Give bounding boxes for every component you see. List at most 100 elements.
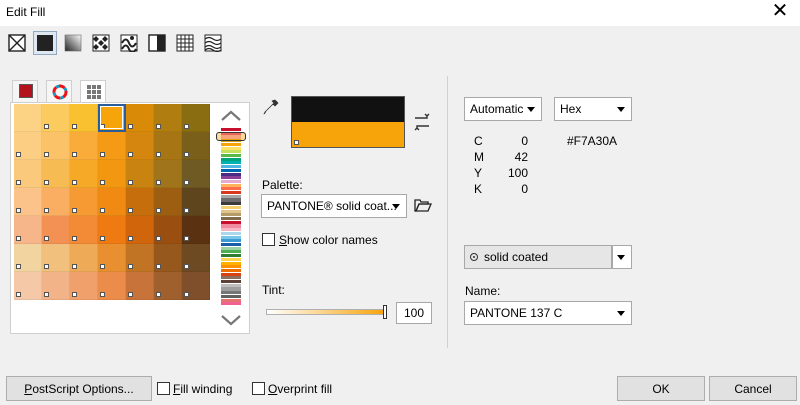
color-swatch[interactable] [98, 104, 126, 132]
color-swatch[interactable] [154, 216, 182, 244]
color-harmonies-tab[interactable] [46, 80, 72, 102]
color-swatch[interactable] [182, 272, 210, 300]
palette-strip-color[interactable] [221, 287, 241, 291]
color-swatch[interactable] [70, 272, 98, 300]
color-swatch[interactable] [98, 188, 126, 216]
color-swatch[interactable] [154, 188, 182, 216]
palette-strip-color[interactable] [221, 198, 241, 202]
palette-strip-color[interactable] [221, 280, 241, 284]
palette-book-dropdown-button[interactable] [612, 245, 632, 269]
palette-strip-color[interactable] [221, 257, 241, 261]
palette-strip-color[interactable] [221, 128, 241, 132]
color-swatch[interactable] [126, 188, 154, 216]
palette-strip-color[interactable] [221, 294, 241, 298]
no-fill-icon[interactable] [6, 32, 28, 54]
color-swatch[interactable] [126, 244, 154, 272]
palette-dropdown[interactable]: PANTONE® solid coat... [261, 194, 407, 218]
palette-strip-color[interactable] [221, 242, 241, 247]
color-swatch[interactable] [98, 244, 126, 272]
palette-strip-color[interactable] [221, 261, 241, 265]
palette-strip-color[interactable] [221, 272, 241, 276]
color-swatch[interactable] [126, 160, 154, 188]
palette-strip-color[interactable] [221, 235, 241, 239]
color-swatch[interactable] [42, 244, 70, 272]
palette-strip-color[interactable] [221, 231, 241, 235]
palette-strip-color[interactable] [221, 302, 241, 306]
open-palette-icon[interactable] [414, 197, 432, 213]
palette-strip-color[interactable] [221, 150, 241, 154]
color-swatch[interactable] [70, 160, 98, 188]
color-swatch[interactable] [14, 160, 42, 188]
tint-input[interactable]: 100 [396, 302, 432, 324]
palette-color-strip[interactable] [218, 128, 244, 306]
color-swatch[interactable] [98, 272, 126, 300]
close-icon[interactable]: ✕ [770, 1, 790, 21]
postscript-fill-icon[interactable] [202, 32, 224, 54]
palette-strip-color[interactable] [221, 246, 241, 250]
palette-strip-color[interactable] [221, 298, 241, 302]
palette-strip-color[interactable] [221, 142, 241, 146]
color-swatch[interactable] [42, 132, 70, 160]
color-swatch[interactable] [126, 132, 154, 160]
color-swatch[interactable] [154, 104, 182, 132]
postscript-options-button[interactable]: PostScript Options... [6, 376, 152, 401]
color-swatch[interactable] [14, 104, 42, 132]
color-swatch[interactable] [14, 272, 42, 300]
palette-strip-color[interactable] [221, 183, 241, 187]
palette-strip-color[interactable] [221, 209, 241, 213]
palette-strip-color[interactable] [221, 224, 241, 228]
palette-strip-color[interactable] [221, 153, 241, 158]
color-swatch[interactable] [70, 104, 98, 132]
color-swatch[interactable] [42, 160, 70, 188]
fill-winding-checkbox[interactable] [157, 382, 170, 395]
eyedropper-icon[interactable] [262, 98, 280, 116]
color-swatch[interactable] [14, 244, 42, 272]
color-swatch[interactable] [182, 244, 210, 272]
palette-strip-color[interactable] [221, 239, 241, 243]
palette-strip-color[interactable] [221, 268, 241, 272]
palette-strip-color[interactable] [221, 165, 241, 169]
show-color-names-checkbox[interactable] [262, 233, 275, 246]
color-swatch[interactable] [14, 132, 42, 160]
palette-strip-color[interactable] [221, 179, 241, 183]
color-swatch[interactable] [42, 216, 70, 244]
color-swatch[interactable] [154, 132, 182, 160]
color-swatch[interactable] [14, 216, 42, 244]
color-swatch[interactable] [70, 216, 98, 244]
color-swatch[interactable] [182, 188, 210, 216]
palette-strip-color[interactable] [221, 168, 241, 172]
palette-strip-color[interactable] [221, 157, 241, 161]
color-swatch[interactable] [42, 188, 70, 216]
palette-book-dropdown[interactable]: solid coated [464, 245, 612, 269]
color-swatch[interactable] [14, 188, 42, 216]
palette-strip-color[interactable] [221, 220, 241, 224]
palette-strip-color[interactable] [221, 172, 241, 176]
color-swatch[interactable] [154, 272, 182, 300]
vector-pattern-fill-icon[interactable] [90, 32, 112, 54]
fountain-fill-icon[interactable] [62, 32, 84, 54]
two-color-pattern-fill-icon[interactable] [146, 32, 168, 54]
palette-strip-color[interactable] [221, 217, 241, 221]
palette-strip-color[interactable] [221, 205, 241, 209]
color-swatch[interactable] [182, 132, 210, 160]
overprint-fill-checkbox[interactable] [252, 382, 265, 395]
palette-strip-color[interactable] [221, 291, 241, 295]
color-palettes-tab[interactable] [80, 80, 106, 103]
color-name-dropdown[interactable]: PANTONE 137 C [464, 301, 632, 325]
color-swatch[interactable] [182, 104, 210, 132]
color-swatch[interactable] [42, 272, 70, 300]
swap-colors-icon[interactable] [412, 112, 432, 132]
palette-strip-color[interactable] [221, 161, 241, 165]
palette-strip-color[interactable] [221, 265, 241, 269]
palette-strip-color[interactable] [221, 202, 241, 206]
color-swatch[interactable] [182, 160, 210, 188]
color-viewers-tab[interactable] [12, 80, 38, 102]
color-swatch[interactable] [70, 188, 98, 216]
value-format-dropdown[interactable]: Hex [554, 97, 632, 121]
texture-fill-icon[interactable] [174, 32, 196, 54]
color-swatch[interactable] [154, 244, 182, 272]
palette-strip-color[interactable] [221, 194, 241, 198]
color-swatch[interactable] [70, 244, 98, 272]
palette-strip-color[interactable] [221, 187, 241, 191]
color-swatch[interactable] [154, 160, 182, 188]
